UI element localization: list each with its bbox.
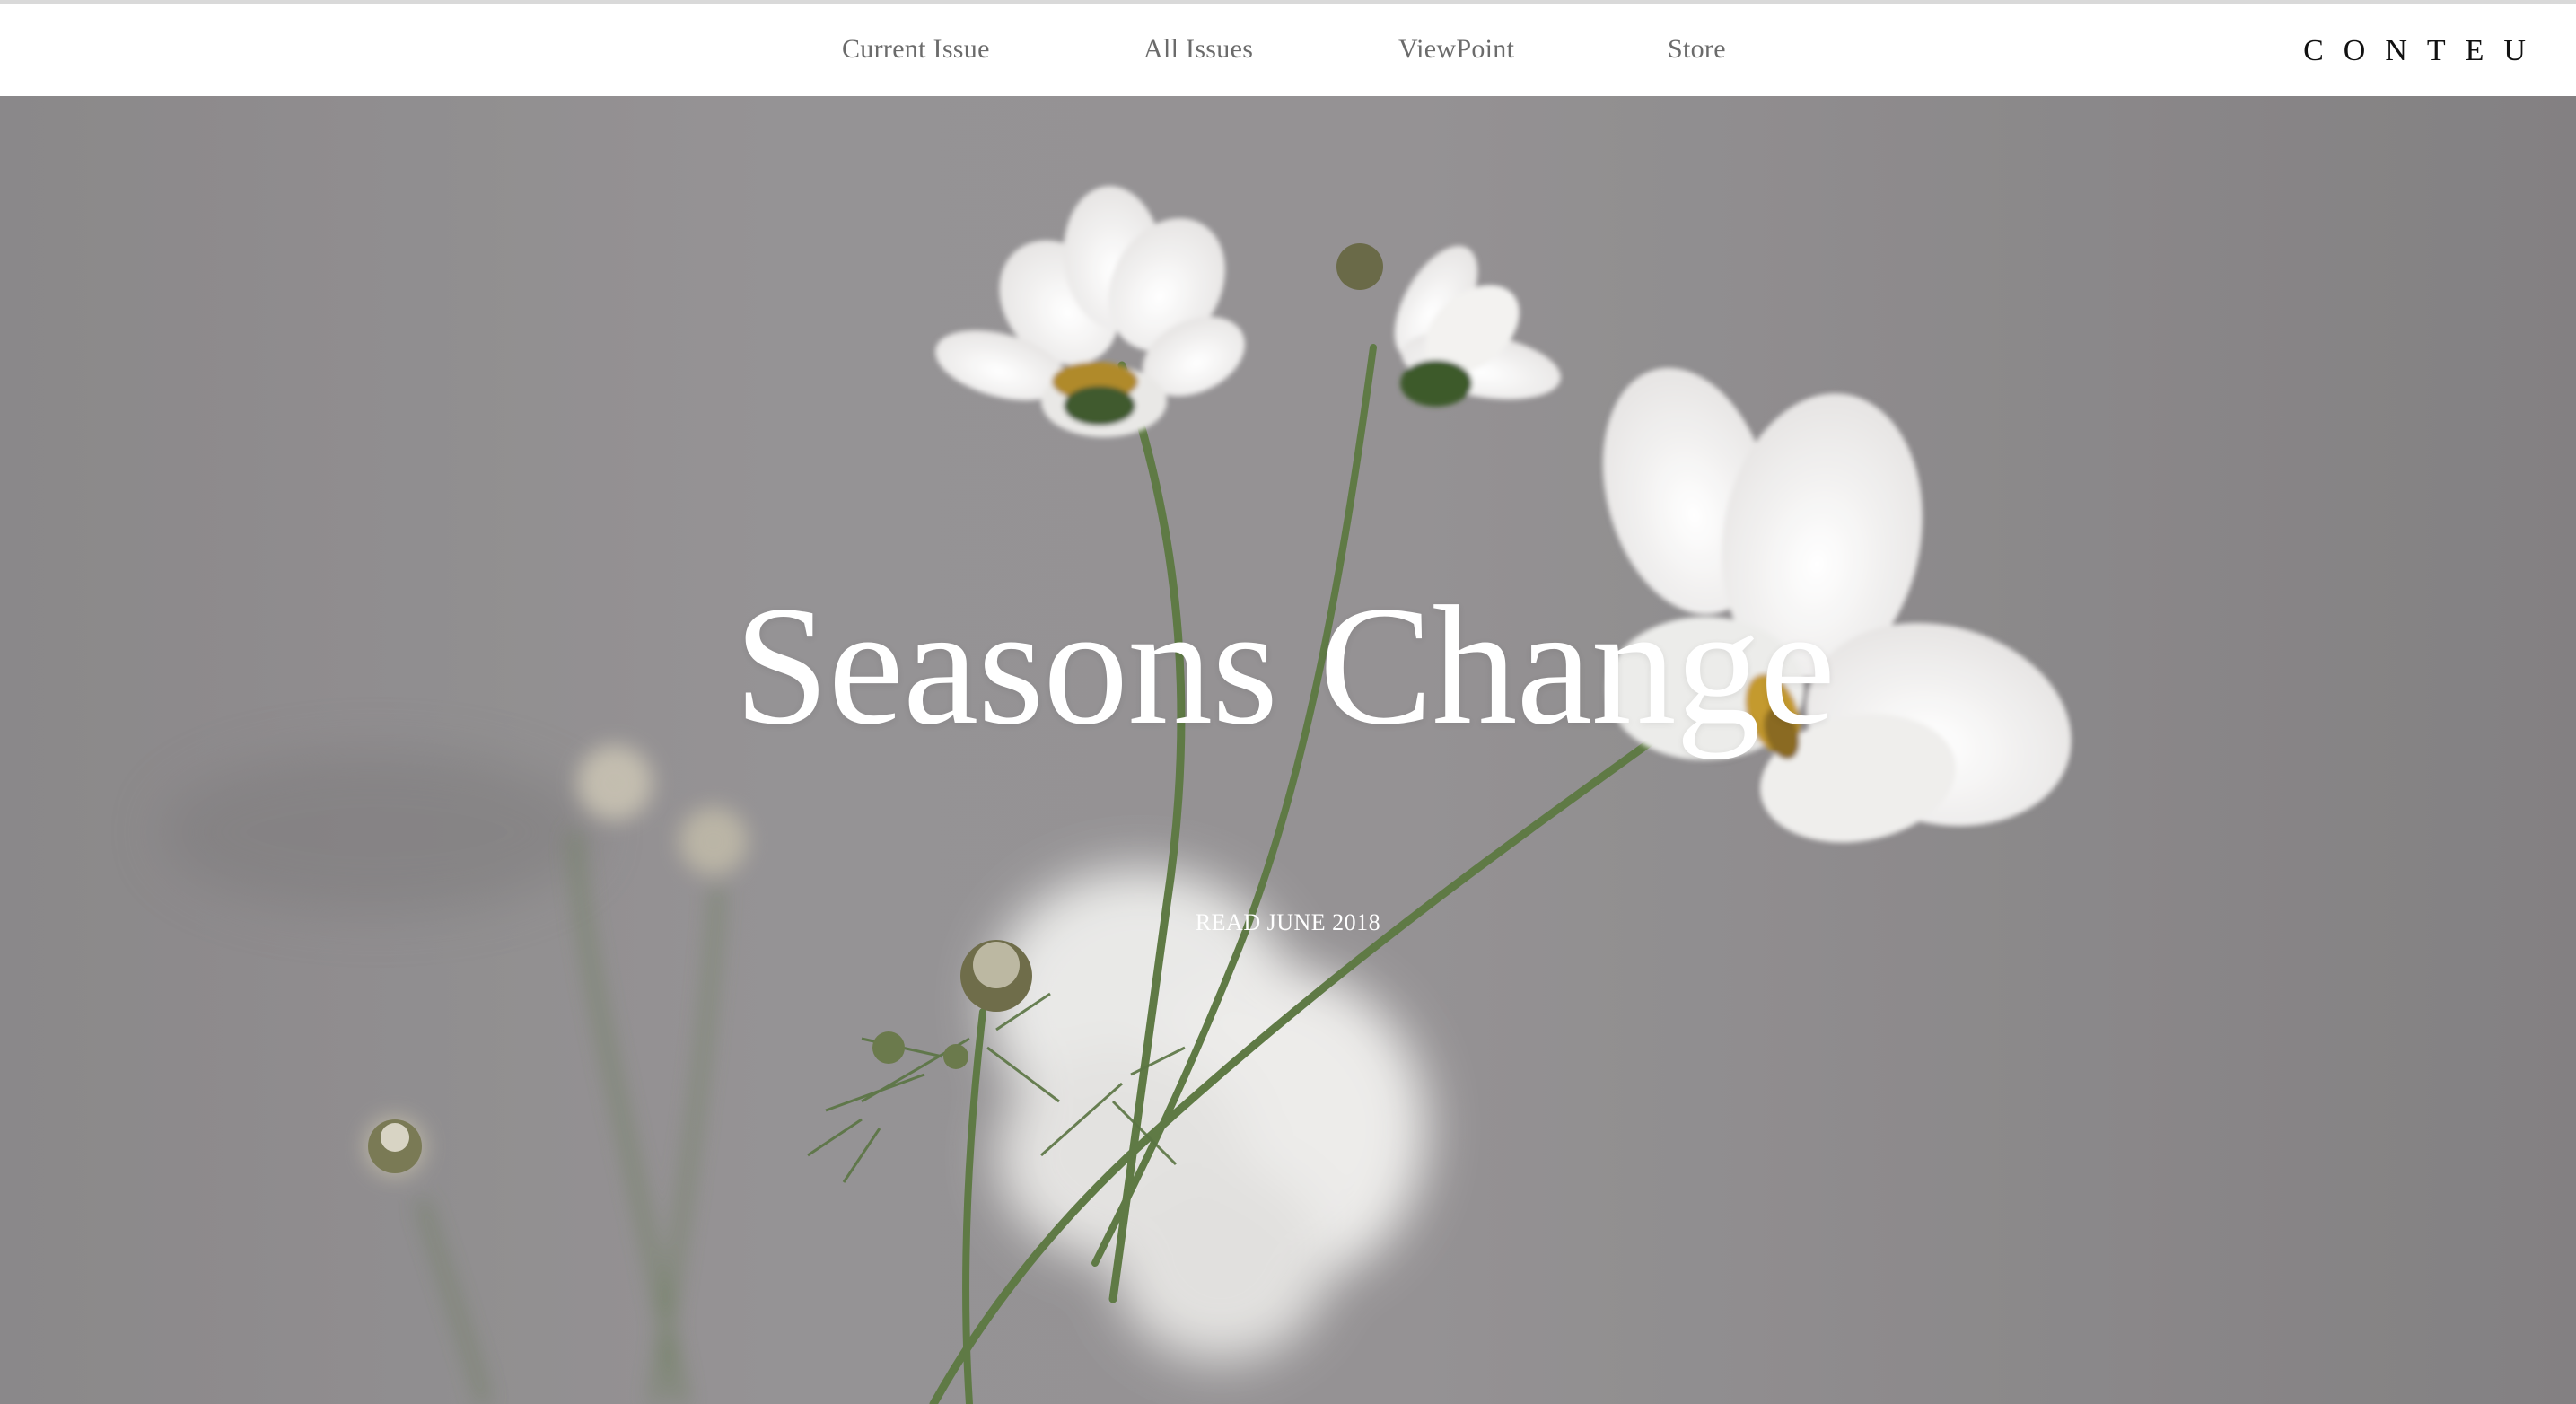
nav-link-store[interactable]: Store (1668, 34, 1726, 65)
nav-link-current-issue[interactable]: Current Issue (842, 34, 990, 65)
read-issue-link[interactable]: READ JUNE 2018 (1196, 909, 1380, 935)
top-navigation-bar: Current Issue All Issues ViewPoint Store… (0, 0, 2576, 96)
nav-link-all-issues[interactable]: All Issues (1143, 34, 1253, 65)
page: Current Issue All Issues ViewPoint Store… (0, 0, 2576, 1404)
main-nav: Current Issue All Issues ViewPoint Store (0, 4, 2576, 96)
hero-cta-wrapper: READ JUNE 2018 (0, 909, 2576, 936)
hero-banner: Seasons Change READ JUNE 2018 (0, 96, 2576, 1404)
nav-link-viewpoint[interactable]: ViewPoint (1398, 34, 1514, 65)
hero-title: Seasons Change (733, 572, 1836, 760)
brand-logo[interactable]: CONTEU (2303, 34, 2545, 68)
